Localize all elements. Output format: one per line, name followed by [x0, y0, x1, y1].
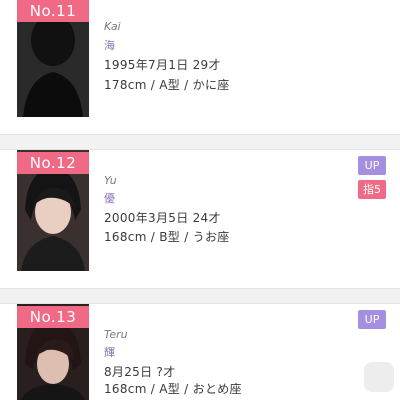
cast-birth: 8月25日 ?才 [104, 365, 176, 379]
cast-card-11[interactable]: No.11 Kai 海 1995年7月1日 29才 178cm / A型 / か… [0, 0, 400, 134]
card-divider [0, 134, 400, 150]
app-watermark-icon [364, 362, 394, 392]
up-tag: UP [358, 310, 386, 329]
cast-name-roman: Kai [104, 20, 121, 33]
cast-birth: 1995年7月1日 29才 [104, 58, 221, 72]
up-tag: UP [358, 156, 386, 175]
cast-details: 168cm / B型 / うお座 [104, 230, 230, 244]
cast-number-badge: No.13 [17, 306, 89, 328]
cast-birth: 2000年3月5日 24才 [104, 211, 221, 225]
cast-name-roman: Teru [104, 328, 128, 341]
cast-name-kanji: 優 [104, 192, 115, 205]
card-divider [0, 288, 400, 304]
cast-number-badge: No.11 [17, 0, 89, 22]
cast-name-kanji: 輝 [104, 346, 115, 359]
rank-tag: 指5 [358, 180, 386, 199]
cast-card-12[interactable]: No.12 Yu 優 2000年3月5日 24才 168cm / B型 / うお… [0, 150, 400, 288]
cast-details: 178cm / A型 / かに座 [104, 78, 230, 92]
cast-details: 168cm / A型 / おとめ座 [104, 382, 242, 396]
cast-card-13[interactable]: No.13 Teru 輝 8月25日 ?才 168cm / A型 / おとめ座 … [0, 304, 400, 400]
cast-name-roman: Yu [104, 174, 117, 187]
cast-number-badge: No.12 [17, 152, 89, 174]
cast-name-kanji: 海 [104, 39, 115, 52]
